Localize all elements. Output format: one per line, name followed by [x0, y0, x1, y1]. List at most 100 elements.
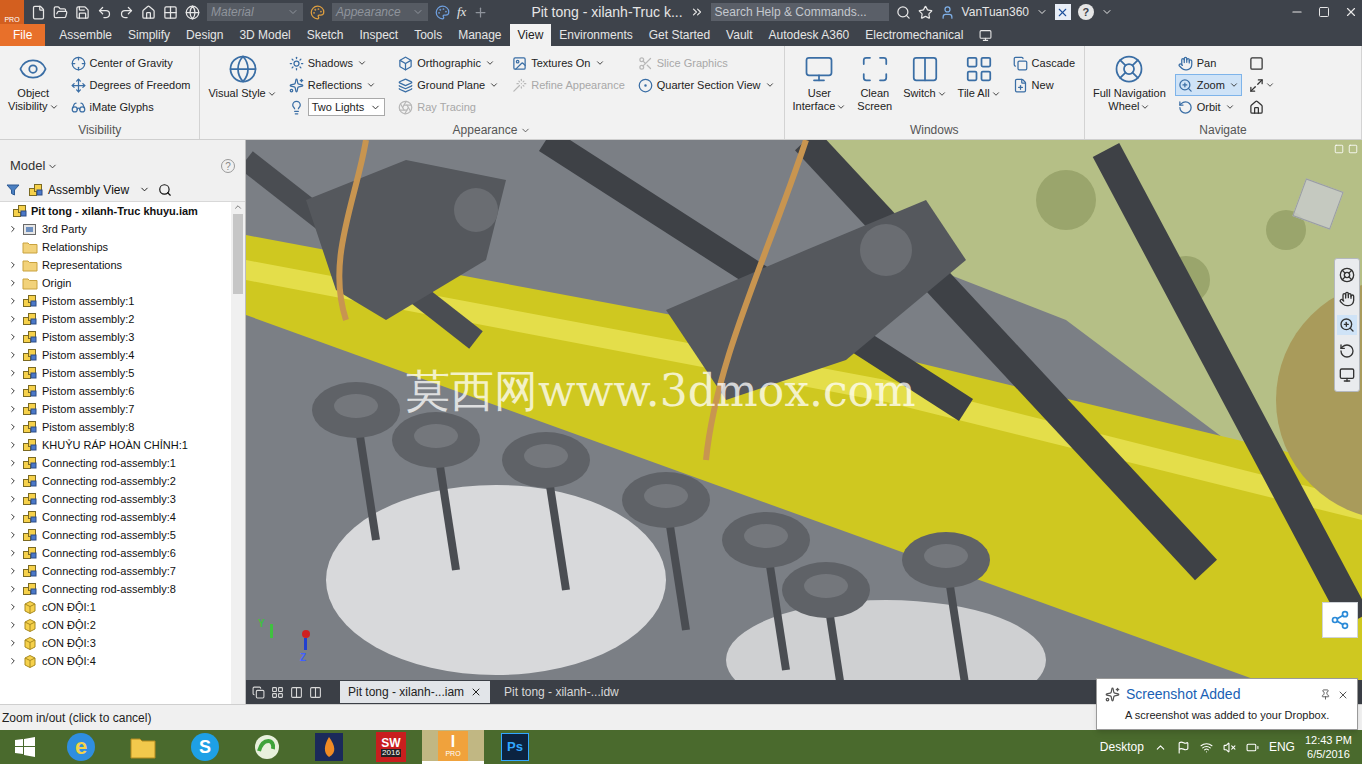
expand-arrow-icon[interactable]	[8, 494, 18, 504]
tree-item[interactable]: Pistom assembly:3	[0, 328, 231, 346]
start-button[interactable]	[0, 730, 50, 764]
expand-arrow-icon[interactable]	[8, 458, 18, 468]
a360-icon[interactable]	[1055, 4, 1071, 20]
expand-arrow-icon[interactable]	[8, 278, 18, 288]
ribbon-small-button[interactable]: Degrees of Freedom	[68, 74, 194, 96]
tree-item[interactable]: KHUỶU RÁP HOÀN CHỈNH:1	[0, 436, 231, 454]
expand-arrow-icon[interactable]	[8, 422, 18, 432]
open-icon[interactable]	[53, 5, 68, 20]
tree-item[interactable]: Relationships	[0, 238, 231, 256]
ribbon-large-button[interactable]: UserInterface	[791, 52, 849, 113]
filter-icon[interactable]	[6, 183, 20, 197]
taskbar-app[interactable]: IPRO	[422, 730, 484, 764]
favorite-icon[interactable]	[918, 5, 933, 20]
view-dropdown[interactable]: Assembly View	[28, 181, 150, 199]
tile-tab-icon[interactable]	[271, 686, 284, 699]
tree-item[interactable]: cON ĐỘI:2	[0, 616, 231, 634]
ribbon-tab[interactable]: Electromechanical	[857, 24, 971, 46]
ribbon-small-button[interactable]: Quarter Section View	[635, 74, 778, 96]
taskbar-app[interactable]	[298, 730, 360, 764]
horizontal-tab-icon[interactable]	[290, 686, 303, 699]
clear-appearance-icon[interactable]	[435, 5, 450, 20]
dropbox-notification[interactable]: Screenshot AddedA screenshot was added t…	[1096, 678, 1358, 730]
ribbon-small-button[interactable]: New	[1010, 74, 1078, 96]
ribbon-tab[interactable]: Inspect	[351, 24, 406, 46]
close-icon[interactable]	[1344, 5, 1358, 19]
expand-arrow-icon[interactable]	[8, 386, 18, 396]
expand-arrow-icon[interactable]	[8, 602, 18, 612]
tree-item[interactable]: Pistom assembly:7	[0, 400, 231, 418]
measure-icon[interactable]	[185, 5, 200, 20]
ribbon-small-button[interactable]: Shadows	[286, 52, 389, 74]
ribbon-tab[interactable]: Vault	[718, 24, 760, 46]
ribbon-tab[interactable]: Tools	[406, 24, 450, 46]
ribbon-large-button[interactable]: Tile All	[956, 52, 1003, 100]
taskbar-app[interactable]	[112, 730, 174, 764]
tree-item[interactable]: Connecting rod-assembly:3	[0, 490, 231, 508]
tree-item[interactable]: 3rd Party	[0, 220, 231, 238]
look-at-icon[interactable]	[1339, 367, 1355, 383]
tray-expand-icon[interactable]	[1154, 741, 1167, 754]
ribbon-small-button[interactable]: iMate Glyphs	[68, 96, 194, 118]
ribbon-small-button[interactable]: Ground Plane	[395, 74, 502, 96]
search-icon[interactable]	[896, 5, 911, 20]
app-logo-icon[interactable]: PRO	[0, 0, 24, 24]
close-tab-icon[interactable]	[470, 686, 482, 698]
expand-arrow-icon[interactable]	[8, 530, 18, 540]
new-file-icon[interactable]	[31, 5, 46, 20]
expand-arrow-icon[interactable]	[8, 566, 18, 576]
expand-arrow-icon[interactable]	[8, 620, 18, 630]
expand-arrow-icon[interactable]	[8, 368, 18, 378]
tree-item[interactable]: Pistom assembly:1	[0, 292, 231, 310]
expand-arrow-icon[interactable]	[8, 584, 18, 594]
undo-icon[interactable]	[97, 5, 112, 20]
vertical-tab-icon[interactable]	[309, 686, 322, 699]
update-icon[interactable]	[163, 5, 178, 20]
expand-arrow-icon[interactable]	[8, 638, 18, 648]
ribbon-large-button[interactable]: CleanScreen	[855, 52, 894, 113]
expand-arrow-icon[interactable]	[8, 512, 18, 522]
ribbon-tab[interactable]: View	[510, 24, 552, 46]
ribbon-small-button[interactable]: Ray Tracing	[395, 96, 502, 118]
ribbon-icon-button[interactable]	[1249, 74, 1275, 96]
expand-arrow-icon[interactable]	[8, 548, 18, 558]
ribbon-large-button[interactable]: ObjectVisibility	[6, 52, 61, 113]
ribbon-icon-button[interactable]	[1249, 52, 1275, 74]
ribbon-small-button[interactable]: Pan	[1175, 52, 1242, 74]
ribbon-large-button[interactable]: Full NavigationWheel	[1091, 52, 1168, 113]
pin-icon[interactable]	[1320, 689, 1331, 700]
tree-item[interactable]: cON ĐỘI:3	[0, 634, 231, 652]
ribbon-small-button[interactable]: Orbit	[1175, 96, 1242, 118]
save-icon[interactable]	[75, 5, 90, 20]
ribbon-small-button[interactable]: Zoom	[1175, 74, 1242, 96]
redo-icon[interactable]	[119, 5, 134, 20]
restore-icon[interactable]	[1318, 6, 1330, 18]
ribbon-small-button[interactable]: Two Lights	[286, 96, 389, 118]
user-dropdown-icon[interactable]	[1036, 6, 1048, 18]
battery-icon[interactable]	[1246, 741, 1259, 754]
graphics-viewport[interactable]: 莫西网www.3dmox.comYZ	[246, 140, 1362, 680]
viewport-restore-icon[interactable]	[1334, 144, 1344, 154]
tree-item[interactable]: Pistom assembly:4	[0, 346, 231, 364]
material-combo[interactable]: Material	[207, 3, 303, 21]
expand-arrow-icon[interactable]	[8, 476, 18, 486]
minimize-icon[interactable]	[1290, 5, 1304, 19]
ribbon-small-button[interactable]: Orthographic	[395, 52, 502, 74]
zoom-icon[interactable]	[1339, 317, 1355, 333]
expand-arrow-icon[interactable]	[8, 656, 18, 666]
tree-item[interactable]: Pistom assembly:5	[0, 364, 231, 382]
appearance-icon[interactable]	[310, 5, 325, 20]
help-button[interactable]: ?	[1078, 4, 1094, 20]
document-tab[interactable]: Pit tong - xilanh-...iam	[340, 681, 490, 703]
ribbon-icon-button[interactable]	[1249, 96, 1275, 118]
ribbon-tab[interactable]: Environments	[551, 24, 640, 46]
ribbon-tab[interactable]: Design	[178, 24, 231, 46]
user-icon[interactable]	[940, 5, 955, 20]
action-center-icon[interactable]	[1177, 741, 1190, 754]
notification-close-icon[interactable]	[1337, 689, 1349, 701]
tree-root[interactable]: Pit tong - xilanh-Truc khuyu.iam	[0, 202, 231, 220]
expand-arrow-icon[interactable]	[8, 332, 18, 342]
tree-item[interactable]: cON ĐỘI:4	[0, 652, 231, 670]
tree-item[interactable]: cON ĐỘI:1	[0, 598, 231, 616]
tree-item[interactable]: Origin	[0, 274, 231, 292]
